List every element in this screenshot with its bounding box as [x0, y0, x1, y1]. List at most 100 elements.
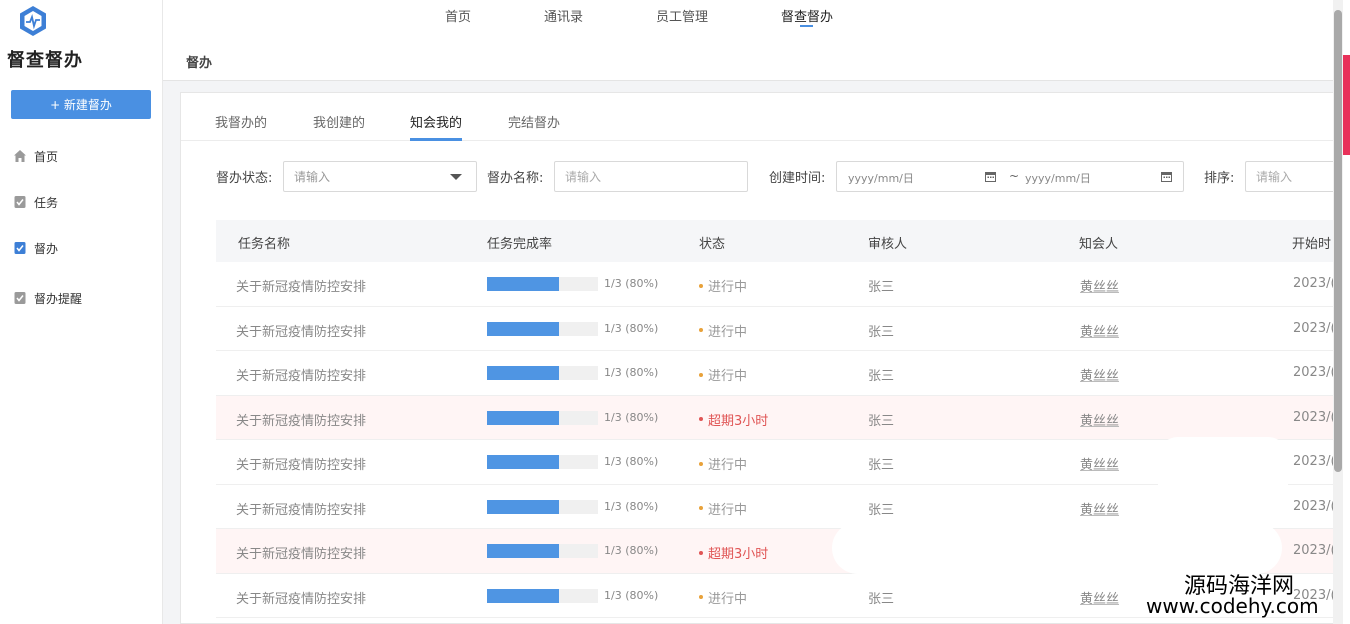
top-nav: 首页 通讯录 员工管理 督查督办 [163, 0, 1335, 30]
notify-person-link[interactable]: 黄丝丝 [1080, 321, 1119, 340]
task-name-cell[interactable]: 关于新冠疫情防控安排 [236, 454, 366, 473]
sidebar-item-task[interactable]: 任务 [13, 192, 58, 212]
topnav-active-indicator [800, 25, 813, 27]
reminder-icon [14, 292, 26, 304]
caret-down-icon [450, 174, 462, 180]
table-row[interactable]: 关于新冠疫情防控安排 1/3 (80%) 进行中 张三 黄丝丝 2023/( [216, 306, 1336, 351]
column-header-task-name: 任务名称 [238, 237, 291, 252]
date-range-picker[interactable]: yyyy/mm/日 ~ yyyy/mm/日 [836, 161, 1184, 192]
date-separator: ~ [1009, 169, 1020, 183]
progress-bar-fill [487, 366, 559, 380]
status-badge: 进行中 [699, 276, 747, 295]
sidebar-item-supervise[interactable]: 督办 [13, 238, 58, 258]
task-name-cell[interactable]: 关于新冠疫情防控安排 [236, 543, 366, 562]
notify-person-link[interactable]: 黄丝丝 [1080, 410, 1119, 429]
column-header-start-time: 开始时 [1292, 237, 1332, 252]
reviewer-cell: 张三 [868, 413, 895, 429]
progress-bar-fill [487, 588, 559, 603]
notify-person-link[interactable]: 黄丝丝 [1080, 276, 1119, 295]
reviewer-cell: 张三 [868, 369, 895, 384]
status-text: 超期3小时 [708, 547, 769, 562]
status-text: 进行中 [708, 324, 748, 340]
status-badge: 进行中 [699, 454, 747, 473]
status-dot-icon [699, 283, 703, 288]
reviewer-cell: 张三 [868, 324, 895, 340]
status-filter-label: 督办状态: [216, 171, 273, 186]
start-time-cell: 2023/( [1293, 409, 1336, 425]
reviewer-cell: 张三 [868, 502, 895, 518]
status-dot-icon [699, 461, 703, 466]
notify-person-link[interactable]: 黄丝丝 [1080, 499, 1119, 518]
task-name-cell[interactable]: 关于新冠疫情防控安排 [236, 276, 366, 295]
progress-bar-fill [487, 277, 559, 291]
status-badge: 超期3小时 [699, 543, 768, 562]
table-row[interactable]: 关于新冠疫情防控安排 1/3 (80%) 进行中 张三 黄丝丝 2023/( [216, 351, 1336, 396]
task-name-cell[interactable]: 关于新冠疫情防控安排 [236, 321, 366, 340]
progress-text: 1/3 (80%) [604, 277, 659, 290]
edge-accent [1343, 55, 1350, 155]
table-header: 任务名称 任务完成率 状态 审核人 知会人 开始时 [216, 220, 1336, 262]
sidebar: 督查督办 + 新建督办 首页 任务 督办 督办提醒 [0, 0, 163, 624]
home-icon [14, 150, 26, 162]
scrollbar-thumb[interactable] [1334, 10, 1342, 472]
status-dot-icon [699, 328, 703, 332]
status-dot-icon [699, 417, 703, 421]
table-row[interactable]: 关于新冠疫情防控安排 1/3 (80%) 进行中 张三 黄丝丝 2023/( [216, 262, 1336, 307]
status-badge: 超期3小时 [699, 410, 768, 429]
date-end[interactable]: yyyy/mm/日 [1025, 170, 1091, 186]
status-badge: 进行中 [699, 588, 747, 607]
app-logo-icon [20, 6, 46, 36]
start-time-cell: 2023/( [1293, 320, 1336, 336]
task-name-cell[interactable]: 关于新冠疫情防控安排 [236, 499, 366, 518]
name-input[interactable] [554, 161, 748, 192]
sidebar-item-reminder[interactable]: 督办提醒 [13, 288, 82, 308]
status-text: 超期3小时 [708, 413, 769, 429]
progress-text: 1/3 (80%) [604, 544, 659, 557]
date-start[interactable]: yyyy/mm/日 [848, 170, 914, 186]
start-time-cell: 2023/( [1293, 365, 1336, 380]
status-text: 进行中 [708, 369, 748, 384]
table-row[interactable]: 关于新冠疫情防控安排 1/3 (80%) 超期3小时 张三 黄丝丝 2023/( [216, 395, 1336, 440]
sidebar-item-label: 任务 [34, 195, 59, 210]
supervise-icon [14, 242, 26, 254]
vertical-scrollbar[interactable] [1333, 0, 1343, 624]
notify-person-link[interactable]: 黄丝丝 [1080, 454, 1119, 473]
name-filter-label: 督办名称: [487, 171, 544, 186]
reviewer-cell: 张三 [868, 458, 895, 473]
task-name-cell[interactable]: 关于新冠疫情防控安排 [236, 410, 366, 429]
notify-person-link[interactable]: 黄丝丝 [1080, 365, 1119, 384]
progress-text: 1/3 (80%) [604, 455, 659, 468]
calendar-icon[interactable] [985, 171, 996, 182]
tab-my-created[interactable]: 我创建的 [313, 112, 365, 131]
status-badge: 进行中 [699, 499, 747, 518]
topnav-item-staff[interactable]: 员工管理 [656, 6, 708, 25]
progress-text: 1/3 (80%) [604, 588, 659, 602]
status-badge: 进行中 [699, 365, 747, 384]
status-dot-icon [699, 550, 703, 555]
topnav-item-contacts[interactable]: 通讯录 [544, 6, 583, 25]
progress-bar-fill [487, 455, 559, 469]
sort-input[interactable] [1245, 161, 1336, 192]
progress-text: 1/3 (80%) [604, 410, 659, 424]
reviewer-cell: 张三 [868, 280, 895, 295]
tab-notify-me[interactable]: 知会我的 [410, 112, 462, 131]
tab-finished[interactable]: 完结督办 [508, 112, 560, 131]
notify-person-link[interactable]: 黄丝丝 [1080, 588, 1119, 607]
app-title: 督查督办 [7, 50, 83, 71]
status-select[interactable]: 请输入 [283, 161, 477, 192]
new-supervision-button[interactable]: + 新建督办 [11, 90, 151, 119]
tab-my-supervised[interactable]: 我督办的 [215, 112, 267, 131]
sidebar-item-home[interactable]: 首页 [13, 146, 58, 166]
progress-bar [487, 499, 598, 514]
calendar-icon[interactable] [1161, 171, 1172, 182]
task-name-cell[interactable]: 关于新冠疫情防控安排 [236, 365, 366, 384]
watermark-occlusion [1158, 437, 1288, 521]
progress-bar-fill [487, 321, 559, 336]
breadcrumb: 督办 [186, 56, 213, 71]
topnav-item-supervision[interactable]: 督查督办 [781, 6, 833, 25]
progress-bar-fill [487, 544, 559, 558]
task-name-cell[interactable]: 关于新冠疫情防控安排 [236, 588, 366, 607]
progress-bar [487, 410, 598, 425]
topnav-item-home[interactable]: 首页 [445, 6, 471, 25]
start-time-cell: 2023/( [1293, 454, 1336, 469]
